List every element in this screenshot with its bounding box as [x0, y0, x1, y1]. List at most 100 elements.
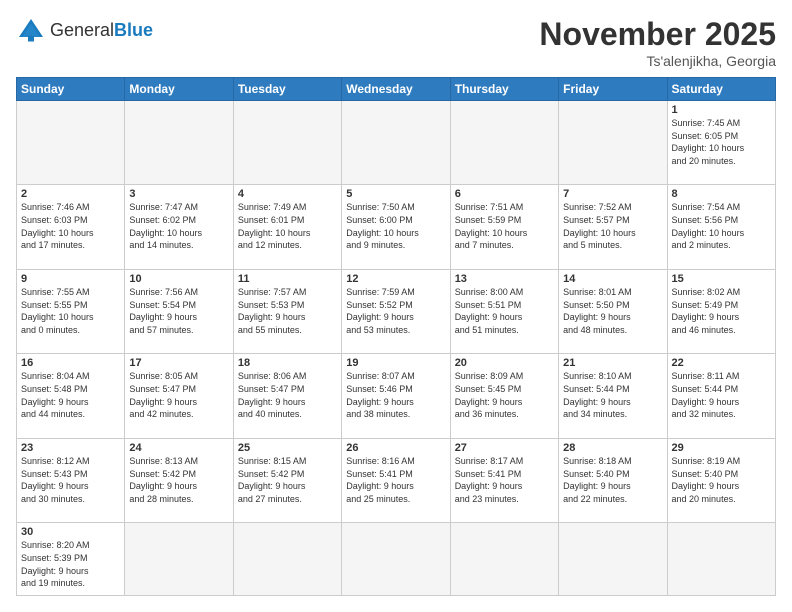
day-info: Sunrise: 8:18 AM Sunset: 5:40 PM Dayligh…	[563, 455, 662, 505]
day-number: 7	[563, 188, 662, 200]
day-info: Sunrise: 8:11 AM Sunset: 5:44 PM Dayligh…	[672, 370, 771, 420]
calendar-day-cell: 30Sunrise: 8:20 AM Sunset: 5:39 PM Dayli…	[17, 523, 125, 596]
day-number: 12	[346, 273, 445, 285]
day-info: Sunrise: 8:00 AM Sunset: 5:51 PM Dayligh…	[455, 286, 554, 336]
day-info: Sunrise: 8:02 AM Sunset: 5:49 PM Dayligh…	[672, 286, 771, 336]
day-number: 17	[129, 357, 228, 369]
day-info: Sunrise: 7:59 AM Sunset: 5:52 PM Dayligh…	[346, 286, 445, 336]
day-info: Sunrise: 8:04 AM Sunset: 5:48 PM Dayligh…	[21, 370, 120, 420]
day-number: 3	[129, 188, 228, 200]
calendar-day-cell	[559, 523, 667, 596]
day-number: 29	[672, 442, 771, 454]
logo-icon	[16, 16, 46, 46]
col-friday: Friday	[559, 78, 667, 101]
calendar-day-cell: 14Sunrise: 8:01 AM Sunset: 5:50 PM Dayli…	[559, 269, 667, 353]
calendar-day-cell: 12Sunrise: 7:59 AM Sunset: 5:52 PM Dayli…	[342, 269, 450, 353]
day-info: Sunrise: 7:55 AM Sunset: 5:55 PM Dayligh…	[21, 286, 120, 336]
day-info: Sunrise: 8:10 AM Sunset: 5:44 PM Dayligh…	[563, 370, 662, 420]
day-info: Sunrise: 7:47 AM Sunset: 6:02 PM Dayligh…	[129, 201, 228, 251]
calendar-day-cell: 27Sunrise: 8:17 AM Sunset: 5:41 PM Dayli…	[450, 438, 558, 522]
calendar-day-cell	[450, 523, 558, 596]
day-info: Sunrise: 8:07 AM Sunset: 5:46 PM Dayligh…	[346, 370, 445, 420]
day-number: 2	[21, 188, 120, 200]
day-info: Sunrise: 7:54 AM Sunset: 5:56 PM Dayligh…	[672, 201, 771, 251]
day-number: 10	[129, 273, 228, 285]
col-thursday: Thursday	[450, 78, 558, 101]
day-info: Sunrise: 8:19 AM Sunset: 5:40 PM Dayligh…	[672, 455, 771, 505]
day-info: Sunrise: 8:05 AM Sunset: 5:47 PM Dayligh…	[129, 370, 228, 420]
calendar-day-cell: 8Sunrise: 7:54 AM Sunset: 5:56 PM Daylig…	[667, 185, 775, 269]
calendar-day-cell	[233, 101, 341, 185]
logo-blue-text: Blue	[114, 20, 153, 40]
calendar-day-cell: 10Sunrise: 7:56 AM Sunset: 5:54 PM Dayli…	[125, 269, 233, 353]
calendar-day-cell	[450, 101, 558, 185]
day-number: 25	[238, 442, 337, 454]
day-number: 6	[455, 188, 554, 200]
calendar-day-cell: 9Sunrise: 7:55 AM Sunset: 5:55 PM Daylig…	[17, 269, 125, 353]
title-block: November 2025 Ts'alenjikha, Georgia	[539, 16, 776, 69]
day-info: Sunrise: 7:57 AM Sunset: 5:53 PM Dayligh…	[238, 286, 337, 336]
day-info: Sunrise: 7:51 AM Sunset: 5:59 PM Dayligh…	[455, 201, 554, 251]
calendar-day-cell: 22Sunrise: 8:11 AM Sunset: 5:44 PM Dayli…	[667, 354, 775, 438]
day-number: 26	[346, 442, 445, 454]
calendar-day-cell: 4Sunrise: 7:49 AM Sunset: 6:01 PM Daylig…	[233, 185, 341, 269]
day-number: 23	[21, 442, 120, 454]
calendar-day-cell	[342, 523, 450, 596]
day-number: 16	[21, 357, 120, 369]
day-info: Sunrise: 8:01 AM Sunset: 5:50 PM Dayligh…	[563, 286, 662, 336]
day-info: Sunrise: 7:52 AM Sunset: 5:57 PM Dayligh…	[563, 201, 662, 251]
day-info: Sunrise: 7:49 AM Sunset: 6:01 PM Dayligh…	[238, 201, 337, 251]
calendar-day-cell	[667, 523, 775, 596]
day-info: Sunrise: 8:20 AM Sunset: 5:39 PM Dayligh…	[21, 539, 120, 589]
calendar-day-cell: 24Sunrise: 8:13 AM Sunset: 5:42 PM Dayli…	[125, 438, 233, 522]
col-tuesday: Tuesday	[233, 78, 341, 101]
calendar-day-cell: 7Sunrise: 7:52 AM Sunset: 5:57 PM Daylig…	[559, 185, 667, 269]
day-info: Sunrise: 7:50 AM Sunset: 6:00 PM Dayligh…	[346, 201, 445, 251]
calendar-day-cell: 29Sunrise: 8:19 AM Sunset: 5:40 PM Dayli…	[667, 438, 775, 522]
day-number: 27	[455, 442, 554, 454]
day-info: Sunrise: 8:15 AM Sunset: 5:42 PM Dayligh…	[238, 455, 337, 505]
calendar-day-cell: 6Sunrise: 7:51 AM Sunset: 5:59 PM Daylig…	[450, 185, 558, 269]
calendar-day-cell: 21Sunrise: 8:10 AM Sunset: 5:44 PM Dayli…	[559, 354, 667, 438]
col-saturday: Saturday	[667, 78, 775, 101]
day-number: 4	[238, 188, 337, 200]
calendar-day-cell: 19Sunrise: 8:07 AM Sunset: 5:46 PM Dayli…	[342, 354, 450, 438]
day-info: Sunrise: 8:06 AM Sunset: 5:47 PM Dayligh…	[238, 370, 337, 420]
calendar-day-cell: 11Sunrise: 7:57 AM Sunset: 5:53 PM Dayli…	[233, 269, 341, 353]
calendar-week-row: 1Sunrise: 7:45 AM Sunset: 6:05 PM Daylig…	[17, 101, 776, 185]
day-number: 21	[563, 357, 662, 369]
month-title: November 2025	[539, 16, 776, 53]
calendar-day-cell: 28Sunrise: 8:18 AM Sunset: 5:40 PM Dayli…	[559, 438, 667, 522]
day-number: 18	[238, 357, 337, 369]
calendar-week-row: 23Sunrise: 8:12 AM Sunset: 5:43 PM Dayli…	[17, 438, 776, 522]
day-number: 14	[563, 273, 662, 285]
calendar-day-cell: 1Sunrise: 7:45 AM Sunset: 6:05 PM Daylig…	[667, 101, 775, 185]
day-info: Sunrise: 8:17 AM Sunset: 5:41 PM Dayligh…	[455, 455, 554, 505]
header: GeneralBlue November 2025 Ts'alenjikha, …	[16, 16, 776, 69]
col-sunday: Sunday	[17, 78, 125, 101]
day-number: 15	[672, 273, 771, 285]
calendar-day-cell: 3Sunrise: 7:47 AM Sunset: 6:02 PM Daylig…	[125, 185, 233, 269]
calendar-day-cell	[17, 101, 125, 185]
calendar-week-row: 9Sunrise: 7:55 AM Sunset: 5:55 PM Daylig…	[17, 269, 776, 353]
day-info: Sunrise: 7:56 AM Sunset: 5:54 PM Dayligh…	[129, 286, 228, 336]
calendar-day-cell	[125, 101, 233, 185]
location: Ts'alenjikha, Georgia	[539, 53, 776, 69]
day-number: 1	[672, 104, 771, 116]
calendar-day-cell: 2Sunrise: 7:46 AM Sunset: 6:03 PM Daylig…	[17, 185, 125, 269]
calendar-day-cell: 5Sunrise: 7:50 AM Sunset: 6:00 PM Daylig…	[342, 185, 450, 269]
day-number: 28	[563, 442, 662, 454]
calendar-day-cell: 16Sunrise: 8:04 AM Sunset: 5:48 PM Dayli…	[17, 354, 125, 438]
day-number: 20	[455, 357, 554, 369]
day-info: Sunrise: 8:09 AM Sunset: 5:45 PM Dayligh…	[455, 370, 554, 420]
day-number: 22	[672, 357, 771, 369]
day-number: 8	[672, 188, 771, 200]
day-number: 24	[129, 442, 228, 454]
col-monday: Monday	[125, 78, 233, 101]
calendar-day-cell	[559, 101, 667, 185]
logo: GeneralBlue	[16, 16, 153, 46]
calendar-day-cell	[342, 101, 450, 185]
page: GeneralBlue November 2025 Ts'alenjikha, …	[0, 0, 792, 612]
calendar-week-row: 16Sunrise: 8:04 AM Sunset: 5:48 PM Dayli…	[17, 354, 776, 438]
day-info: Sunrise: 8:12 AM Sunset: 5:43 PM Dayligh…	[21, 455, 120, 505]
